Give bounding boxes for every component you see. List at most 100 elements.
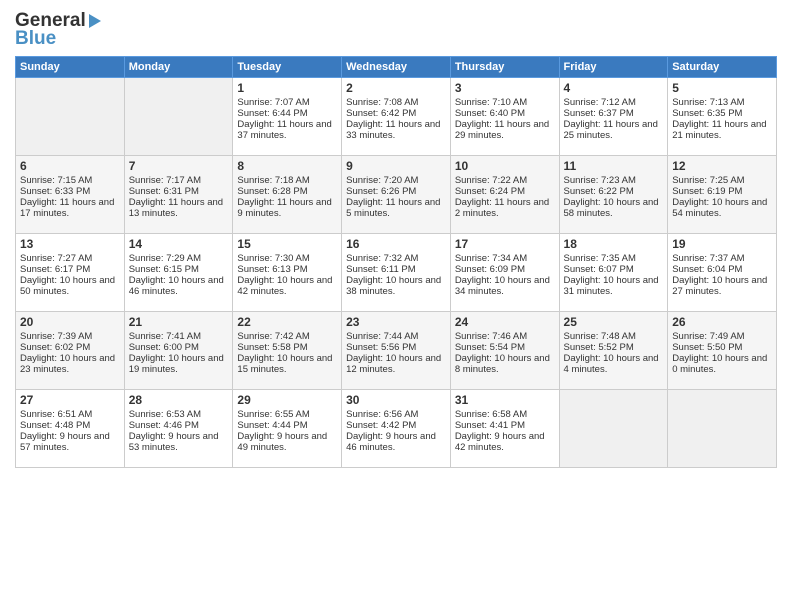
day-cell: 10Sunrise: 7:22 AMSunset: 6:24 PMDayligh… bbox=[450, 156, 559, 234]
daylight-text: Daylight: 10 hours and 0 minutes. bbox=[672, 353, 772, 375]
sunset-text: Sunset: 5:50 PM bbox=[672, 342, 772, 353]
day-cell: 11Sunrise: 7:23 AMSunset: 6:22 PMDayligh… bbox=[559, 156, 668, 234]
daylight-text: Daylight: 11 hours and 29 minutes. bbox=[455, 119, 555, 141]
day-cell bbox=[16, 78, 125, 156]
sunrise-text: Sunrise: 7:49 AM bbox=[672, 331, 772, 342]
sunset-text: Sunset: 6:24 PM bbox=[455, 186, 555, 197]
day-number: 23 bbox=[346, 315, 446, 329]
sunrise-text: Sunrise: 7:10 AM bbox=[455, 97, 555, 108]
sunset-text: Sunset: 6:40 PM bbox=[455, 108, 555, 119]
day-cell: 18Sunrise: 7:35 AMSunset: 6:07 PMDayligh… bbox=[559, 234, 668, 312]
sunset-text: Sunset: 6:26 PM bbox=[346, 186, 446, 197]
week-row-3: 20Sunrise: 7:39 AMSunset: 6:02 PMDayligh… bbox=[16, 312, 777, 390]
header-day-thursday: Thursday bbox=[450, 57, 559, 78]
daylight-text: Daylight: 11 hours and 2 minutes. bbox=[455, 197, 555, 219]
sunrise-text: Sunrise: 7:34 AM bbox=[455, 253, 555, 264]
week-row-2: 13Sunrise: 7:27 AMSunset: 6:17 PMDayligh… bbox=[16, 234, 777, 312]
day-number: 4 bbox=[564, 81, 664, 95]
day-cell: 17 Sunrise: 7:34 AMSunset: 6:09 PMDayligh… bbox=[450, 234, 559, 312]
sunrise-text: Sunrise: 7:46 AM bbox=[455, 331, 555, 342]
sunset-text: Sunset: 6:35 PM bbox=[672, 108, 772, 119]
sunrise-text: Sunrise: 7:07 AM bbox=[237, 97, 337, 108]
sunrise-text: Sunrise: 6:58 AM bbox=[455, 409, 555, 420]
sunset-text: Sunset: 6:07 PM bbox=[564, 264, 664, 275]
sunset-text: Sunset: 6:11 PM bbox=[346, 264, 446, 275]
daylight-text: Daylight: 11 hours and 17 minutes. bbox=[20, 197, 120, 219]
day-number: 17 bbox=[455, 237, 555, 251]
day-number: 29 bbox=[237, 393, 337, 407]
day-number: 13 bbox=[20, 237, 120, 251]
sunset-text: Sunset: 6:00 PM bbox=[129, 342, 229, 353]
day-cell: 22Sunrise: 7:42 AMSunset: 5:58 PMDayligh… bbox=[233, 312, 342, 390]
daylight-text: Daylight: 11 hours and 9 minutes. bbox=[237, 197, 337, 219]
sunrise-text: Sunrise: 6:55 AM bbox=[237, 409, 337, 420]
sunset-text: Sunset: 6:09 PM bbox=[455, 264, 555, 275]
week-row-4: 27Sunrise: 6:51 AMSunset: 4:48 PMDayligh… bbox=[16, 390, 777, 468]
day-cell: 30Sunrise: 6:56 AMSunset: 4:42 PMDayligh… bbox=[342, 390, 451, 468]
day-number: 11 bbox=[564, 159, 664, 173]
sunrise-text: Sunrise: 7:22 AM bbox=[455, 175, 555, 186]
header-day-monday: Monday bbox=[124, 57, 233, 78]
day-number: 26 bbox=[672, 315, 772, 329]
daylight-text: Daylight: 11 hours and 5 minutes. bbox=[346, 197, 446, 219]
day-number: 18 bbox=[564, 237, 664, 251]
sunrise-text: Sunrise: 7:30 AM bbox=[237, 253, 337, 264]
sunrise-text: Sunrise: 7:29 AM bbox=[129, 253, 229, 264]
daylight-text: Daylight: 10 hours and 27 minutes. bbox=[672, 275, 772, 297]
logo-blue: Blue bbox=[15, 28, 56, 50]
calendar-page: General Blue SundayMondayTuesdayWednesda… bbox=[0, 0, 792, 478]
week-row-1: 6Sunrise: 7:15 AMSunset: 6:33 PMDaylight… bbox=[16, 156, 777, 234]
day-number: 27 bbox=[20, 393, 120, 407]
header-day-saturday: Saturday bbox=[668, 57, 777, 78]
day-cell: 5Sunrise: 7:13 AMSunset: 6:35 PMDaylight… bbox=[668, 78, 777, 156]
sunset-text: Sunset: 6:13 PM bbox=[237, 264, 337, 275]
day-cell: 14Sunrise: 7:29 AMSunset: 6:15 PMDayligh… bbox=[124, 234, 233, 312]
day-cell: 20Sunrise: 7:39 AMSunset: 6:02 PMDayligh… bbox=[16, 312, 125, 390]
week-row-0: 1Sunrise: 7:07 AMSunset: 6:44 PMDaylight… bbox=[16, 78, 777, 156]
day-number: 6 bbox=[20, 159, 120, 173]
calendar-table: SundayMondayTuesdayWednesdayThursdayFrid… bbox=[15, 56, 777, 468]
daylight-text: Daylight: 10 hours and 50 minutes. bbox=[20, 275, 120, 297]
daylight-text: Daylight: 10 hours and 54 minutes. bbox=[672, 197, 772, 219]
day-cell: 27Sunrise: 6:51 AMSunset: 4:48 PMDayligh… bbox=[16, 390, 125, 468]
sunset-text: Sunset: 5:58 PM bbox=[237, 342, 337, 353]
sunset-text: Sunset: 4:42 PM bbox=[346, 420, 446, 431]
day-number: 8 bbox=[237, 159, 337, 173]
sunrise-text: Sunrise: 6:51 AM bbox=[20, 409, 120, 420]
day-number: 31 bbox=[455, 393, 555, 407]
day-cell: 1Sunrise: 7:07 AMSunset: 6:44 PMDaylight… bbox=[233, 78, 342, 156]
daylight-text: Daylight: 10 hours and 4 minutes. bbox=[564, 353, 664, 375]
daylight-text: Daylight: 10 hours and 34 minutes. bbox=[455, 275, 555, 297]
sunrise-text: Sunrise: 7:27 AM bbox=[20, 253, 120, 264]
day-number: 5 bbox=[672, 81, 772, 95]
daylight-text: Daylight: 9 hours and 53 minutes. bbox=[129, 431, 229, 453]
sunrise-text: Sunrise: 6:53 AM bbox=[129, 409, 229, 420]
sunset-text: Sunset: 6:42 PM bbox=[346, 108, 446, 119]
day-number: 15 bbox=[237, 237, 337, 251]
day-cell: 16Sunrise: 7:32 AMSunset: 6:11 PMDayligh… bbox=[342, 234, 451, 312]
logo-arrow-icon bbox=[89, 14, 101, 28]
daylight-text: Daylight: 10 hours and 38 minutes. bbox=[346, 275, 446, 297]
day-number: 3 bbox=[455, 81, 555, 95]
sunset-text: Sunset: 6:15 PM bbox=[129, 264, 229, 275]
sunset-text: Sunset: 4:44 PM bbox=[237, 420, 337, 431]
sunrise-text: Sunrise: 7:37 AM bbox=[672, 253, 772, 264]
day-cell: 21Sunrise: 7:41 AMSunset: 6:00 PMDayligh… bbox=[124, 312, 233, 390]
day-cell bbox=[124, 78, 233, 156]
sunset-text: Sunset: 5:52 PM bbox=[564, 342, 664, 353]
day-cell: 12Sunrise: 7:25 AMSunset: 6:19 PMDayligh… bbox=[668, 156, 777, 234]
sunset-text: Sunset: 6:19 PM bbox=[672, 186, 772, 197]
day-number: 22 bbox=[237, 315, 337, 329]
day-number: 7 bbox=[129, 159, 229, 173]
day-cell: 9Sunrise: 7:20 AMSunset: 6:26 PMDaylight… bbox=[342, 156, 451, 234]
day-cell: 19Sunrise: 7:37 AMSunset: 6:04 PMDayligh… bbox=[668, 234, 777, 312]
day-cell: 25Sunrise: 7:48 AMSunset: 5:52 PMDayligh… bbox=[559, 312, 668, 390]
day-number: 24 bbox=[455, 315, 555, 329]
sunrise-text: Sunrise: 7:41 AM bbox=[129, 331, 229, 342]
sunrise-text: Sunrise: 7:20 AM bbox=[346, 175, 446, 186]
daylight-text: Daylight: 9 hours and 42 minutes. bbox=[455, 431, 555, 453]
sunset-text: Sunset: 6:04 PM bbox=[672, 264, 772, 275]
sunset-text: Sunset: 4:41 PM bbox=[455, 420, 555, 431]
daylight-text: Daylight: 10 hours and 19 minutes. bbox=[129, 353, 229, 375]
daylight-text: Daylight: 10 hours and 58 minutes. bbox=[564, 197, 664, 219]
